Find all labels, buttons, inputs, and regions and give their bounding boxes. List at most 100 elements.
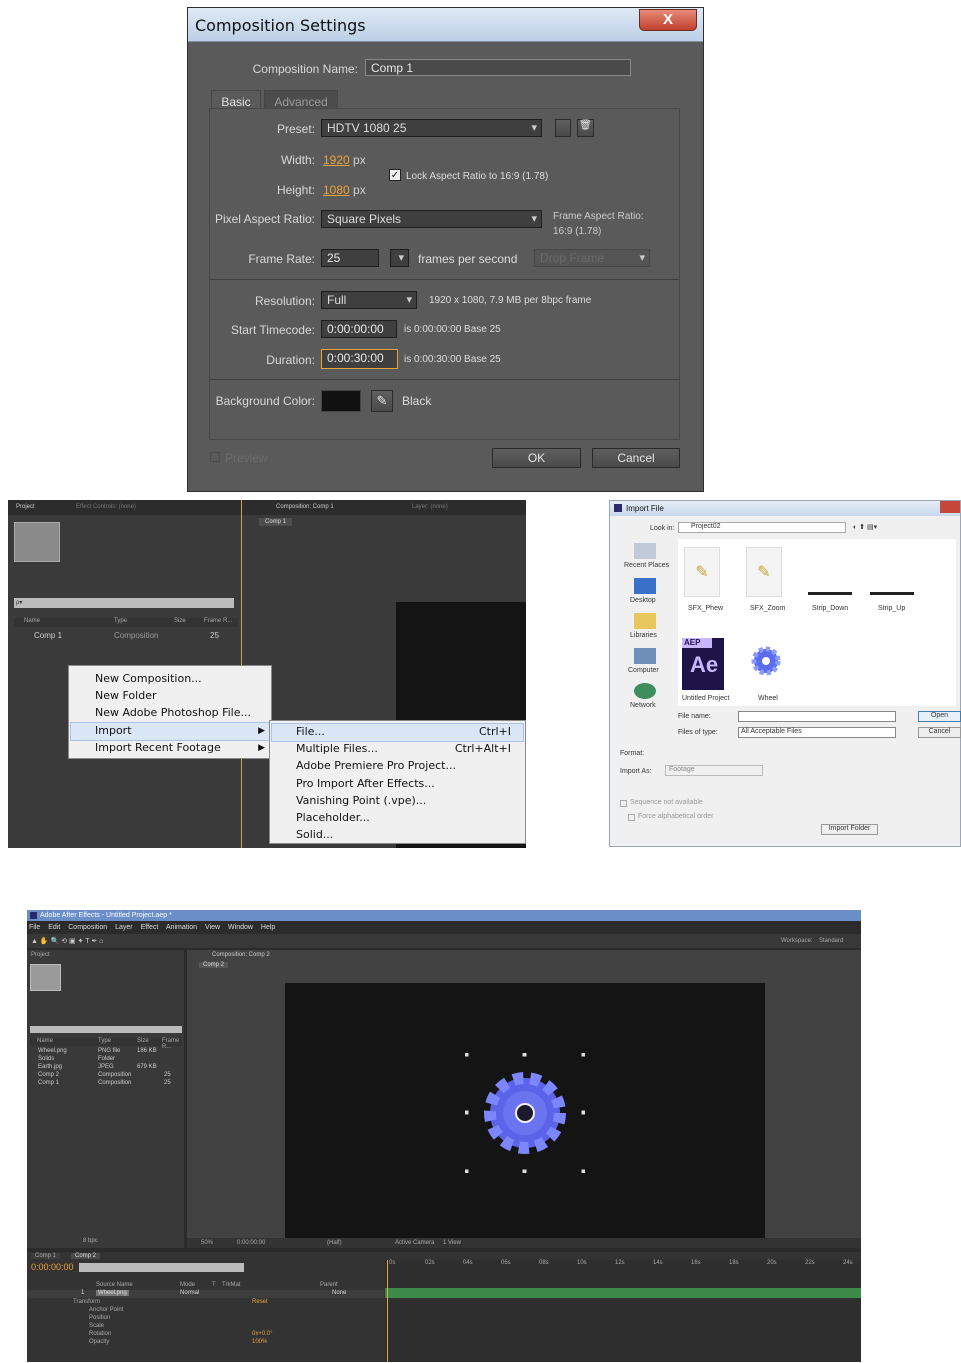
save-preset-icon[interactable] (555, 119, 571, 137)
project-search-input[interactable]: ρ▾ (14, 598, 234, 608)
tab-layer[interactable]: Layer: (none) (412, 504, 448, 510)
tab-effect-controls[interactable]: Effect Controls: (none) (76, 504, 136, 510)
duration-input[interactable]: 0:00:30:00 (321, 349, 398, 369)
strip-thumbnail[interactable] (808, 592, 852, 595)
audio-file-icon[interactable]: ✎ (746, 547, 782, 597)
place-computer[interactable]: Computer (628, 667, 659, 674)
table-row[interactable]: Comp 2 Composition 25 (30, 1072, 182, 1080)
prop-anchor-point[interactable]: Anchor Point (89, 1307, 123, 1313)
tab-composition[interactable]: Composition: Comp 2 (212, 952, 270, 958)
submenu-vanishing-point[interactable]: Vanishing Point (.vpe)... (296, 792, 426, 809)
table-row[interactable]: Comp 1 Composition 25 (30, 1080, 182, 1088)
prop-rotation[interactable]: Rotation (89, 1331, 111, 1337)
menu-layer[interactable]: Layer (115, 924, 133, 931)
nav-icons[interactable]: ◐ ⬆ ▤▾ (853, 523, 877, 531)
close-icon[interactable] (940, 501, 960, 513)
place-network[interactable]: Network (630, 702, 656, 709)
start-timecode-input[interactable]: 0:00:00:00 (321, 320, 397, 338)
menu-effect[interactable]: Effect (141, 924, 159, 931)
look-in-dropdown[interactable]: Project02 (678, 522, 846, 533)
height-value[interactable]: 1080 (323, 183, 350, 197)
tool-icons[interactable]: ▲ ✋ 🔍 ⟲ ▣ ✦ T ✒ ⌂ (31, 937, 103, 945)
view-count-dropdown[interactable]: 1 View (443, 1240, 461, 1246)
frame-rate-input[interactable]: 25 (321, 249, 379, 267)
wheel-file-icon[interactable] (748, 637, 784, 685)
col-mode[interactable]: Mode (180, 1282, 195, 1288)
audio-file-icon[interactable]: ✎ (684, 547, 720, 597)
files-of-type-dropdown[interactable]: All Acceptable Files (738, 727, 896, 738)
tl-tab-comp1[interactable]: Comp 1 (31, 1253, 61, 1259)
tab-composition[interactable]: Composition: Comp 1 (276, 504, 334, 510)
trash-icon[interactable]: 🗑 (577, 119, 594, 137)
place-recent[interactable]: Recent Places (624, 562, 669, 569)
par-dropdown[interactable]: Square Pixels (321, 210, 542, 228)
layer-bar[interactable] (385, 1288, 861, 1298)
active-camera-dropdown[interactable]: Active Camera (395, 1240, 434, 1246)
col-size[interactable]: Size (137, 1038, 149, 1044)
file-strip-down[interactable]: Strip_Down (812, 605, 848, 612)
prop-transform[interactable]: Transform (73, 1299, 100, 1305)
resolution-dropdown[interactable]: (Half) (327, 1240, 342, 1246)
force-alpha-checkbox[interactable] (628, 814, 635, 821)
menu-import[interactable]: Import (95, 722, 132, 739)
preset-dropdown[interactable]: HDTV 1080 25 (321, 119, 542, 137)
menu-new-photoshop-file[interactable]: New Adobe Photoshop File... (95, 704, 251, 721)
recent-places-icon[interactable] (634, 543, 656, 559)
col-trkmat[interactable]: TrkMat (222, 1282, 240, 1288)
comp-chip[interactable]: Comp 1 (259, 518, 293, 526)
table-row[interactable]: Earth.jpg JPEG 679 KB (30, 1064, 182, 1072)
layer-row[interactable]: 1 Wheel.png Normal None (27, 1290, 384, 1298)
file-sfx-phew[interactable]: SFX_Phew (688, 605, 723, 612)
menu-import-recent-footage[interactable]: Import Recent Footage (95, 739, 221, 756)
menu-view[interactable]: View (205, 924, 220, 931)
place-desktop[interactable]: Desktop (630, 597, 656, 604)
prop-scale[interactable]: Scale (89, 1323, 104, 1329)
open-button[interactable]: Open (918, 711, 961, 722)
menu-new-composition[interactable]: New Composition... (95, 670, 202, 687)
submenu-multiple-files[interactable]: Multiple Files... (296, 740, 378, 757)
tl-timecode[interactable]: 0:00:00:00 (31, 1262, 74, 1272)
table-row[interactable]: Solids Folder (30, 1056, 182, 1064)
menu-animation[interactable]: Animation (166, 924, 197, 931)
col-source-name[interactable]: Source Name (96, 1282, 133, 1288)
prop-opacity[interactable]: Opacity (89, 1339, 109, 1345)
file-untitled-project[interactable]: Untitled Project (682, 695, 729, 702)
libraries-icon[interactable] (634, 613, 656, 629)
col-t[interactable]: T (212, 1282, 216, 1288)
file-strip-up[interactable]: Strip_Up (878, 605, 905, 612)
menu-help[interactable]: Help (261, 924, 275, 931)
submenu-pro-import[interactable]: Pro Import After Effects... (296, 775, 435, 792)
file-wheel[interactable]: Wheel (758, 695, 778, 702)
workspace-dropdown[interactable]: Standard (819, 938, 843, 944)
col-frame-rate[interactable]: Frame R... (204, 618, 232, 624)
tab-project[interactable]: Project (16, 504, 35, 510)
comp-chip[interactable]: Comp 2 (199, 962, 229, 968)
submenu-placeholder[interactable]: Placeholder... (296, 809, 370, 826)
menu-composition[interactable]: Composition (68, 924, 107, 931)
close-button[interactable]: X (639, 9, 697, 31)
submenu-solid[interactable]: Solid... (296, 826, 333, 843)
viewer-timecode[interactable]: 0:00:00:00 (237, 1240, 265, 1246)
prop-position[interactable]: Position (89, 1315, 110, 1321)
menu-new-folder[interactable]: New Folder (95, 687, 156, 704)
import-folder-button[interactable]: Import Folder (821, 824, 878, 835)
time-ruler[interactable]: 0s 02s 04s 06s 08s 10s 12s 14s 16s 18s 2… (385, 1260, 861, 1270)
tl-tab-comp2[interactable]: Comp 2 (71, 1253, 101, 1259)
col-type[interactable]: Type (98, 1038, 111, 1044)
layer-name[interactable]: Wheel.png (96, 1290, 129, 1296)
table-row[interactable]: Comp 1 Composition 25 (14, 631, 234, 641)
width-value[interactable]: 1920 (323, 153, 350, 167)
eyedropper-icon[interactable]: ✎ (371, 390, 393, 412)
tab-basic[interactable]: Basic (211, 90, 261, 109)
search-input[interactable] (30, 1026, 182, 1033)
drop-frame-dropdown[interactable]: Drop Frame (534, 249, 650, 267)
comp-name-input[interactable]: Comp 1 (365, 59, 631, 76)
bg-color-swatch[interactable] (321, 390, 361, 412)
table-row[interactable]: Wheel.png PNG file 186 KB (30, 1048, 182, 1056)
frame-rate-dropdown[interactable] (390, 249, 409, 267)
file-sfx-zoom[interactable]: SFX_Zoom (750, 605, 785, 612)
submenu-premiere-project[interactable]: Adobe Premiere Pro Project... (296, 757, 456, 774)
network-icon[interactable] (634, 683, 656, 699)
tab-project[interactable]: Project (31, 952, 50, 958)
playhead[interactable] (387, 1260, 388, 1362)
